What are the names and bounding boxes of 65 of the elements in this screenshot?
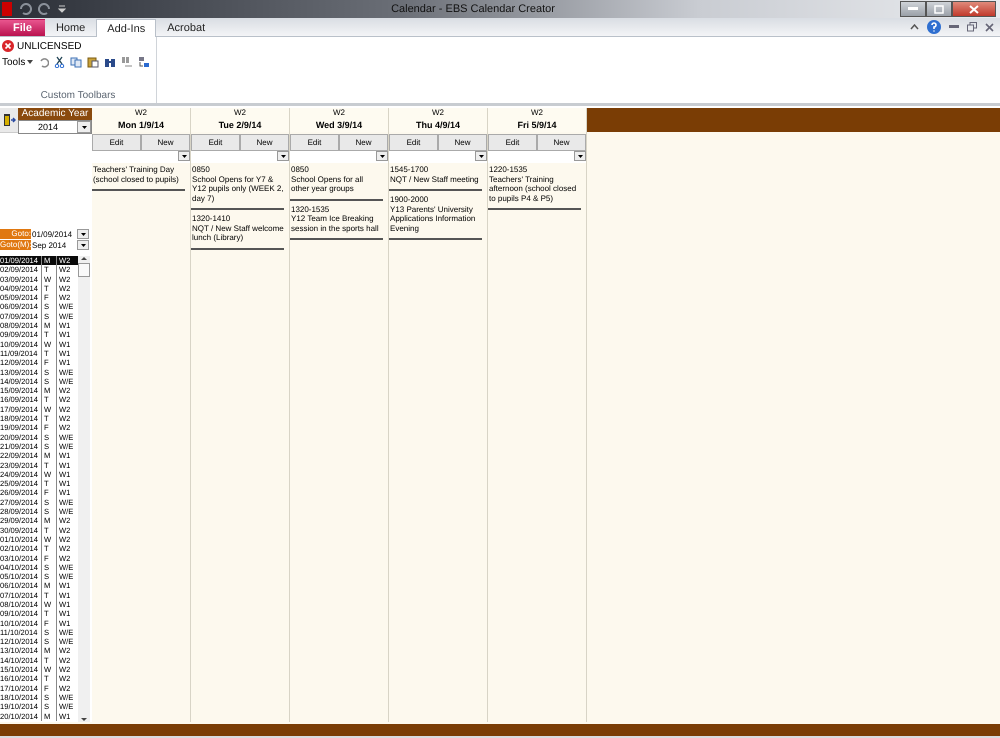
event-entry[interactable]: 0850 School Opens for Y7 & Y12 pupils only (WEEK 2, day 7): [191, 163, 284, 210]
copy-icon[interactable]: [70, 56, 82, 68]
dropdown-button[interactable]: [77, 240, 89, 250]
customize-menu-icon[interactable]: [58, 4, 66, 14]
event-entry[interactable]: 1545-1700 NQT / New Staff meeting: [389, 163, 482, 191]
ribbon-tab[interactable]: File: [0, 19, 45, 36]
new-button[interactable]: New: [438, 134, 487, 151]
close-icon: [968, 4, 979, 14]
year-dropdown[interactable]: 2014: [18, 120, 92, 134]
scrollbar-thumb[interactable]: [78, 263, 90, 277]
minimize-button[interactable]: [900, 1, 926, 17]
goto-date-field[interactable]: 01/09/2014: [31, 230, 77, 238]
event-entry[interactable]: 0850 School Opens for all other year groups: [290, 163, 383, 200]
edit-button[interactable]: Edit: [191, 134, 240, 151]
event-entry[interactable]: 1320-1535 Y12 Team Ice Breaking session in the sports hall: [290, 202, 383, 240]
dropdown-button[interactable]: [178, 151, 190, 161]
academic-year-label: Academic Year: [18, 108, 92, 120]
scrollbar[interactable]: [78, 256, 90, 722]
edit-button[interactable]: Edit: [92, 134, 141, 151]
event-entry[interactable]: 1900-2000 Y13 Parents' University Applications Information Evening: [389, 193, 482, 240]
new-button[interactable]: New: [141, 134, 190, 151]
goto-month-field[interactable]: Sep 2014: [31, 240, 77, 250]
ribbon-tab[interactable]: Add-Ins: [96, 19, 156, 37]
tools-menu[interactable]: Tools: [2, 56, 34, 68]
edit-button[interactable]: Edit: [290, 134, 339, 151]
undo-icon[interactable]: [18, 3, 32, 15]
new-button[interactable]: New: [339, 134, 388, 151]
cut-icon[interactable]: [54, 56, 66, 68]
event-entry[interactable]: 1220-1535 Teachers' Training afternoon (school closed to pupils P4 & P5): [488, 163, 581, 210]
event-entry[interactable]: Teachers' Training Day (school closed to pupils): [92, 163, 185, 191]
dropdown-button[interactable]: [376, 151, 388, 161]
event-entry[interactable]: 1320-1410 NQT / New Staff welcome lunch (Library): [191, 212, 284, 250]
undo-icon[interactable]: [38, 56, 50, 68]
edit-button[interactable]: Edit: [488, 134, 537, 151]
minimize-icon[interactable]: [949, 25, 959, 29]
paste-icon[interactable]: [87, 56, 100, 68]
close-icon[interactable]: [985, 22, 994, 32]
goto-month-label: Goto(M):: [0, 240, 31, 250]
maximize-button[interactable]: [926, 1, 952, 17]
caret-icon: [27, 60, 34, 64]
restore-icon[interactable]: [967, 22, 977, 32]
scroll-down-icon[interactable]: [81, 717, 87, 722]
redo-icon[interactable]: [38, 3, 52, 15]
license-status: UNLICENSED: [17, 40, 82, 52]
dropdown-button[interactable]: [574, 151, 586, 161]
scroll-up-icon[interactable]: [81, 256, 87, 261]
dropdown-button[interactable]: [77, 229, 89, 239]
exit-door-icon: [2, 113, 16, 127]
dropdown-button[interactable]: [475, 151, 487, 161]
goto-date-label: Goto:: [0, 229, 31, 239]
collapse-ribbon-icon[interactable]: [910, 24, 919, 30]
maximize-icon: [934, 4, 944, 14]
dropdown-button[interactable]: [277, 151, 289, 161]
close-button[interactable]: [952, 1, 996, 17]
window-title: Calendar - EBS Calendar Creator: [391, 3, 555, 15]
exit-button[interactable]: [0, 108, 18, 132]
help-icon[interactable]: [927, 20, 941, 34]
ribbon-tab[interactable]: Acrobat: [156, 19, 216, 36]
ribbon-tab[interactable]: Home: [44, 19, 96, 36]
binoculars-icon[interactable]: [104, 56, 116, 68]
minimize-icon: [908, 7, 918, 11]
new-button[interactable]: New: [537, 134, 586, 151]
edit-button[interactable]: Edit: [389, 134, 438, 151]
new-button[interactable]: New: [240, 134, 289, 151]
group-label: Custom Toolbars: [40, 90, 116, 101]
